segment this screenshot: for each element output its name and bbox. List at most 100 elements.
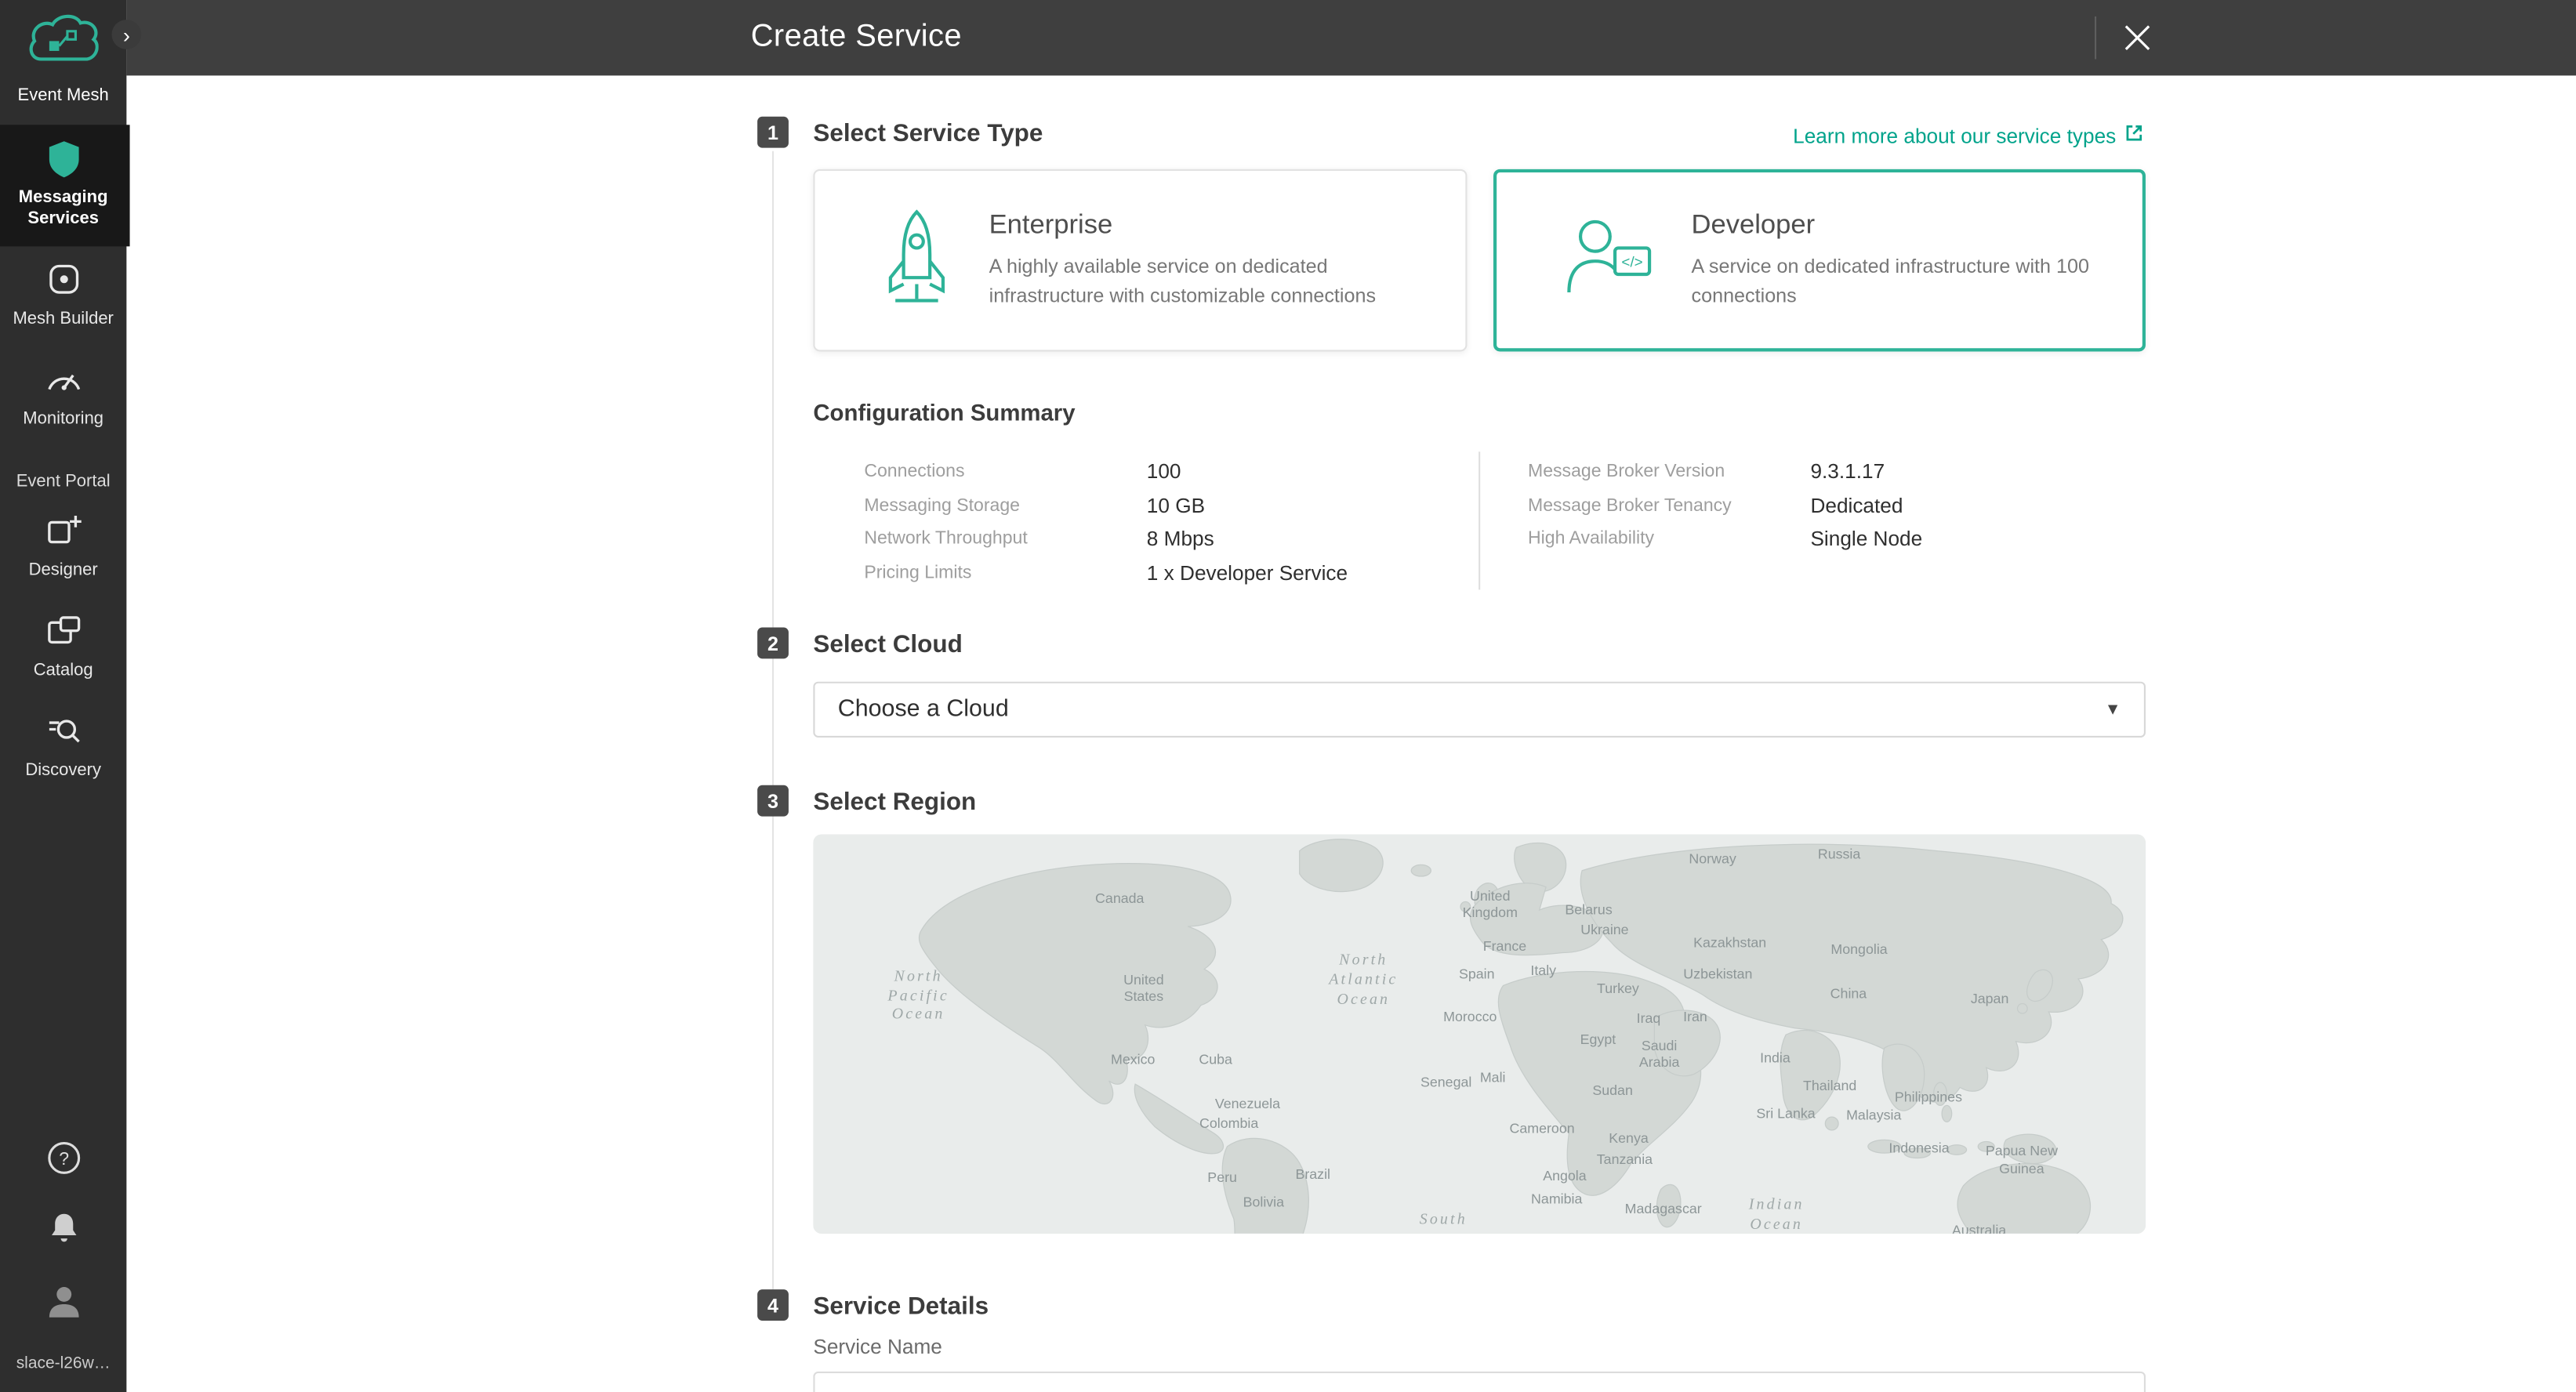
map-label: Iraq: [1637, 1010, 1661, 1027]
learn-more-label: Learn more about our service types: [1793, 124, 2116, 147]
create-service-screen: Event Mesh Messaging Services Mesh Build…: [0, 0, 2576, 1392]
cloud-logo-icon: [27, 51, 100, 79]
map-label: Malaysia: [1846, 1107, 1901, 1125]
map-label: Australia: [1952, 1221, 2006, 1234]
map-label: Sri Lanka: [1756, 1105, 1815, 1122]
service-type-card-developer[interactable]: </> Developer A service on dedicated inf…: [1493, 169, 2146, 352]
card-title: Enterprise: [989, 210, 1391, 241]
step-1-badge: 1: [757, 117, 789, 148]
notifications-bell-icon[interactable]: [45, 1211, 82, 1256]
map-label: Bolivia: [1243, 1193, 1284, 1210]
map-label: Cameroon: [1509, 1119, 1574, 1136]
map-label: Kazakhstan: [1693, 933, 1766, 951]
sidebar-section-event-portal: Event Portal: [0, 470, 126, 490]
map-label: Mongolia: [1830, 941, 1887, 959]
map-label: Venezuela: [1215, 1095, 1280, 1112]
designer-icon: [0, 512, 126, 551]
summary-right-column: Message Broker Version 9.3.1.17 Message …: [1528, 455, 1922, 556]
configuration-summary-title: Configuration Summary: [813, 399, 1075, 426]
cloud-select-dropdown[interactable]: Choose a Cloud ▼: [813, 682, 2146, 738]
page-title: Create Service: [751, 0, 962, 75]
sidebar-item-label: Discovery: [25, 760, 101, 780]
steps-container: 1 Select Service Type Learn more about o…: [757, 75, 2146, 1392]
sidebar-item-mesh-builder[interactable]: Mesh Builder: [0, 247, 130, 347]
step-connector-line: [772, 151, 774, 1289]
map-labels-layer: RussiaNorwayCanadaUnited KingdomBelarusU…: [813, 835, 2146, 1234]
sidebar-item-label: Catalog: [34, 660, 93, 680]
help-icon[interactable]: ?: [45, 1140, 82, 1184]
map-label: Indian Ocean: [1749, 1198, 1805, 1234]
map-label: China: [1830, 985, 1867, 1002]
region-world-map[interactable]: RussiaNorwayCanadaUnited KingdomBelarusU…: [813, 835, 2146, 1234]
map-label: Madagascar: [1625, 1201, 1702, 1218]
service-name-label: Service Name: [813, 1336, 942, 1358]
sidebar-expand-chevron-icon[interactable]: ›: [112, 20, 142, 49]
sidebar-item-label: Messaging Services: [19, 187, 108, 229]
map-label: Brazil: [1295, 1165, 1330, 1182]
dialog-header: Create Service: [126, 0, 2576, 75]
summary-value: 8 Mbps: [1147, 527, 1214, 550]
mesh-builder-icon: [0, 262, 126, 301]
step-4-badge: 4: [757, 1289, 789, 1321]
developer-person-code-icon: </>: [1560, 213, 1656, 306]
summary-left-column: Connections 100 Messaging Storage 10 GB …: [864, 455, 1348, 590]
gauge-icon: [0, 362, 126, 401]
svg-text:</>: </>: [1620, 254, 1642, 270]
map-label: Canada: [1095, 890, 1144, 907]
map-label: Italy: [1530, 962, 1556, 979]
learn-more-link[interactable]: Learn more about our service types: [1793, 123, 2144, 147]
map-label: Ukraine: [1580, 922, 1628, 939]
header-divider: [2095, 16, 2096, 59]
map-label: Thailand: [1803, 1077, 1856, 1094]
summary-row: Messaging Storage 10 GB: [864, 488, 1348, 522]
sidebar-item-discovery[interactable]: Discovery: [0, 698, 130, 798]
app-logo[interactable]: Event Mesh: [18, 13, 109, 105]
summary-value: Dedicated: [1810, 494, 1903, 517]
close-icon[interactable]: [2117, 18, 2157, 57]
summary-divider: [1478, 451, 1480, 589]
map-label: Angola: [1543, 1167, 1586, 1184]
sidebar-footer: ? slace-l26w…: [16, 1140, 111, 1392]
map-label: Japan: [1971, 989, 2009, 1006]
summary-label: Pricing Limits: [864, 563, 1146, 582]
map-label: Spain: [1459, 966, 1495, 983]
svg-text:?: ?: [58, 1148, 68, 1169]
sidebar-item-designer[interactable]: Designer: [0, 497, 130, 597]
sidebar-item-messaging-services[interactable]: Messaging Services: [0, 125, 130, 247]
map-label: France: [1483, 937, 1526, 955]
main-content: 1 Select Service Type Learn more about o…: [126, 75, 2576, 1392]
summary-row: Message Broker Version 9.3.1.17: [1528, 455, 1922, 489]
catalog-icon: [0, 612, 126, 651]
service-type-card-enterprise[interactable]: Enterprise A highly available service on…: [813, 169, 1466, 352]
map-label: North Pacific Ocean: [887, 969, 949, 1028]
map-label: Namibia: [1531, 1191, 1582, 1208]
map-label: Tanzania: [1597, 1151, 1653, 1168]
summary-label: Message Broker Version: [1528, 462, 1810, 481]
summary-label: Connections: [864, 462, 1146, 481]
summary-label: High Availability: [1528, 529, 1810, 549]
summary-row: Pricing Limits 1 x Developer Service: [864, 556, 1348, 589]
summary-value: 10 GB: [1147, 494, 1205, 517]
map-label: Morocco: [1443, 1007, 1497, 1024]
map-label: Mexico: [1111, 1051, 1155, 1068]
sidebar-item-catalog[interactable]: Catalog: [0, 597, 130, 698]
user-avatar[interactable]: [44, 1281, 83, 1329]
service-type-cards: Enterprise A highly available service on…: [813, 169, 2146, 352]
map-label: Senegal: [1420, 1073, 1471, 1090]
sidebar-item-monitoring[interactable]: Monitoring: [0, 347, 130, 448]
step-2-badge: 2: [757, 628, 789, 659]
map-label: Belarus: [1565, 901, 1612, 919]
summary-row: Network Throughput 8 Mbps: [864, 522, 1348, 556]
map-label: Kenya: [1609, 1129, 1649, 1146]
map-label: Sudan: [1592, 1081, 1633, 1098]
step-3-title: Select Region: [813, 788, 976, 817]
summary-row: Connections 100: [864, 455, 1348, 489]
summary-value: Single Node: [1810, 527, 1922, 550]
map-label: Colombia: [1199, 1115, 1258, 1133]
external-link-icon: [2124, 123, 2144, 147]
map-label: India: [1760, 1049, 1791, 1067]
step-2-title: Select Cloud: [813, 631, 962, 659]
map-label: United States: [1123, 970, 1164, 1006]
service-name-input[interactable]: [813, 1372, 2146, 1392]
summary-row: Message Broker Tenancy Dedicated: [1528, 488, 1922, 522]
